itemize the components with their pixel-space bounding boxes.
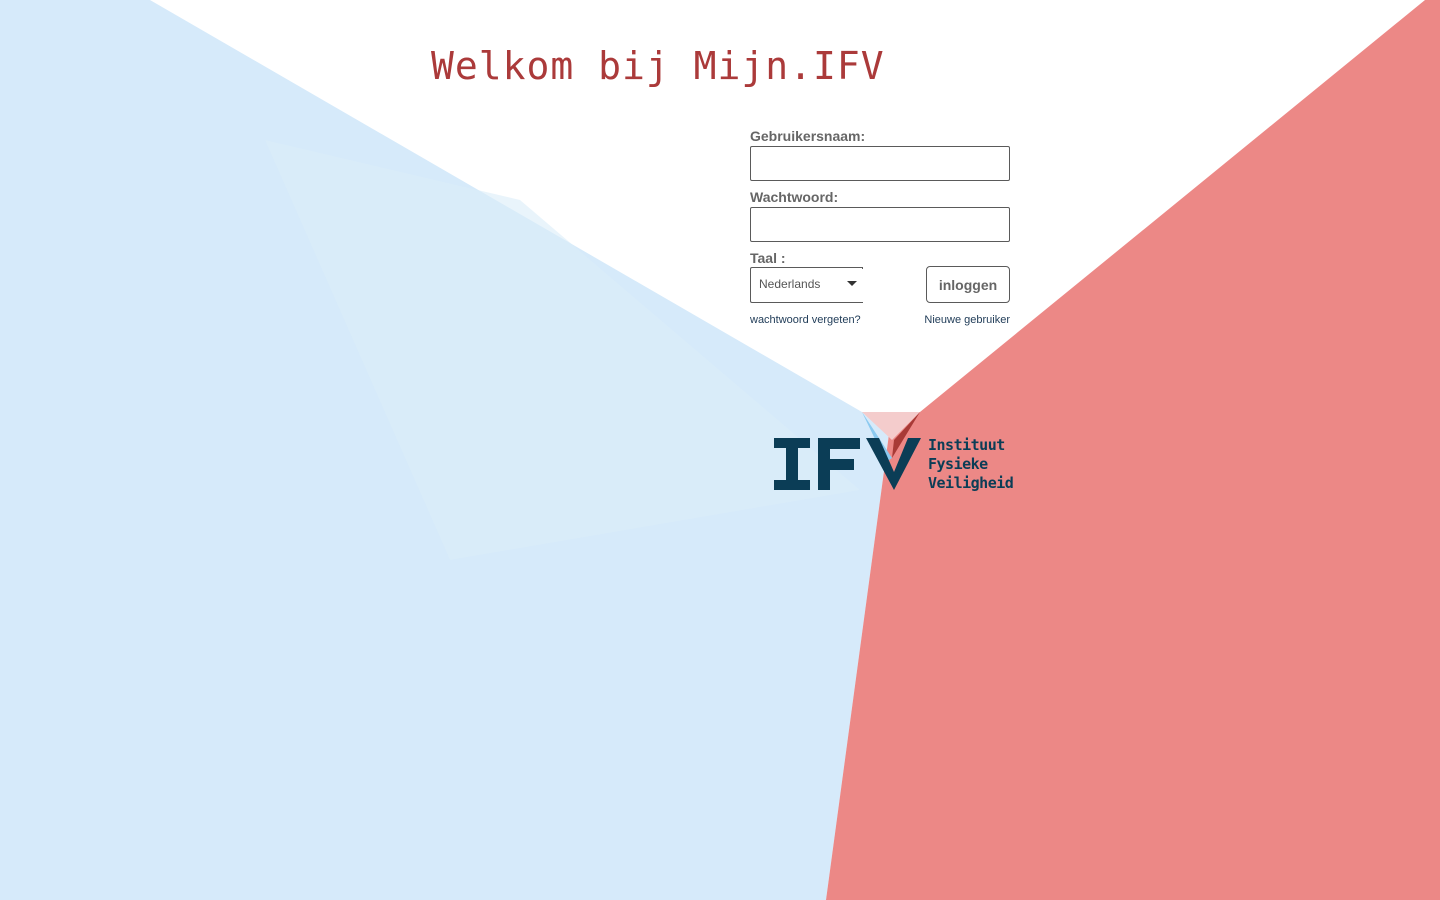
logo-letter-i (774, 438, 810, 490)
username-label: Gebruikersnaam: (750, 128, 866, 144)
language-login-row: Nederlands inloggen (750, 266, 1010, 305)
login-button[interactable]: inloggen (926, 266, 1010, 303)
logo-wordmark: Instituut Fysieke Veiligheid (928, 436, 1014, 493)
page-title: Welkom bij Mijn.IFV (431, 44, 885, 88)
login-form: Gebruikersnaam: Wachtwoord: Taal : Neder… (750, 128, 1010, 330)
username-input[interactable] (750, 146, 1010, 181)
logo-letter-f (818, 438, 860, 490)
ifv-logo-mark (774, 412, 921, 490)
language-label: Taal : (750, 250, 786, 266)
new-user-link[interactable]: Nieuwe gebruiker (924, 314, 1010, 326)
logo-text-line3: Veiligheid (928, 474, 1014, 492)
logo-text-line2: Fysieke (928, 455, 988, 473)
forgot-password-link[interactable]: wachtwoord vergeten? (750, 314, 861, 326)
language-select[interactable]: Nederlands (750, 267, 863, 303)
logo-text-line1: Instituut (928, 436, 1005, 454)
password-input[interactable] (750, 207, 1010, 242)
password-label: Wachtwoord: (750, 189, 839, 205)
background-shapes (0, 0, 1440, 900)
chevron-down-icon (847, 281, 857, 286)
form-links: wachtwoord vergeten? Nieuwe gebruiker (750, 314, 1010, 330)
ifv-logo: Instituut Fysieke Veiligheid (772, 412, 1022, 496)
language-selected-value: Nederlands (759, 277, 821, 291)
